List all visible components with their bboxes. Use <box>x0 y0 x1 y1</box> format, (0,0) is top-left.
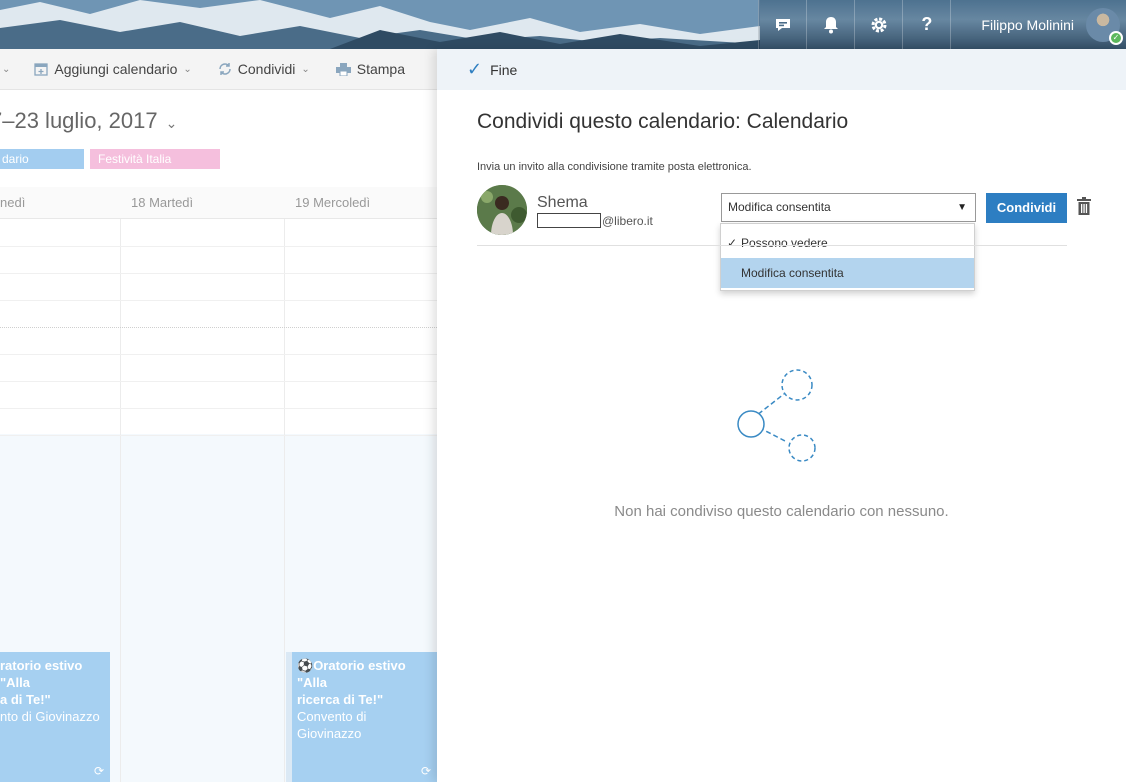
holidays-chip[interactable]: Festività Italia <box>90 149 220 169</box>
event-title: ratorio estivo "Alla <box>0 658 83 690</box>
share-toolbar-button[interactable]: Condividi ⌄ <box>218 61 310 77</box>
share-toolbar-label: Condividi <box>237 61 296 77</box>
hour-line <box>0 300 437 301</box>
event-title-line2: ricerca di Te!" <box>297 692 384 707</box>
share-panel: ✓ Fine Condividi questo calendario: Cale… <box>437 49 1126 782</box>
hour-line <box>0 408 437 409</box>
chat-button[interactable] <box>758 0 807 49</box>
chevron-down-icon: ⌄ <box>301 63 310 75</box>
panel-title: Condividi questo calendario: Calendario <box>477 110 849 133</box>
option-possono-vedere[interactable]: ✓ Possono vedere <box>721 228 974 258</box>
add-calendar-button[interactable]: Aggiungi calendario ⌄ <box>34 61 192 77</box>
event-location: nto di Giovinazzo <box>0 709 100 724</box>
checkmark-icon: ✓ <box>727 236 738 250</box>
day-header-wednesday: 19 Mercoledì <box>285 187 437 219</box>
settings-button[interactable] <box>854 0 903 49</box>
contact-divider <box>477 245 1067 246</box>
hour-line <box>0 246 437 247</box>
contact-name: Shema <box>537 194 588 211</box>
help-icon: ? <box>921 14 933 34</box>
share-icon <box>219 63 231 75</box>
checkmark-icon: ✓ <box>467 59 483 79</box>
event-title: ⚽Oratorio estivo "Alla <box>297 657 429 691</box>
recurring-icon: ⟳ <box>93 764 104 778</box>
contact-photo <box>477 185 527 235</box>
done-label: Fine <box>490 61 518 78</box>
add-calendar-label: Aggiungi calendario <box>54 61 178 77</box>
hour-line <box>0 381 437 382</box>
calendar-chip[interactable]: dario <box>0 149 84 169</box>
day-divider <box>120 219 121 782</box>
contact-email: @libero.it <box>537 213 653 228</box>
hour-line <box>0 435 437 436</box>
top-header: ? Filippo Molinini ✓ <box>0 0 1126 49</box>
chevron-down-icon: ⌄ <box>165 115 178 131</box>
contact-avatar <box>477 185 527 235</box>
option-label: Modifica consentita <box>741 266 844 280</box>
share-illustration-icon <box>737 369 816 462</box>
help-button[interactable]: ? <box>902 0 951 49</box>
delete-button[interactable] <box>1077 197 1093 217</box>
event-oratorio-monday[interactable]: ratorio estivo "Alla a di Te!" nto di Gi… <box>0 652 110 782</box>
day-divider <box>284 219 285 782</box>
recurring-icon: ⟳ <box>420 764 431 778</box>
notifications-button[interactable] <box>806 0 855 49</box>
chevron-down-icon: ⌄ <box>183 63 192 75</box>
hour-line-dotted <box>0 327 437 328</box>
header-icons: ? Filippo Molinini ✓ <box>758 0 1126 49</box>
hour-line <box>0 354 437 355</box>
print-label: Stampa <box>356 61 405 77</box>
user-menu[interactable]: Filippo Molinini ✓ <box>950 0 1126 49</box>
date-range-label: 7–23 luglio, 2017 <box>0 108 158 133</box>
calendar-add-icon <box>34 63 49 76</box>
soccer-ball-icon: ⚽ <box>297 658 314 673</box>
caret-down-icon: ▼ <box>957 202 967 213</box>
gear-icon <box>871 17 887 32</box>
panel-topbar: ✓ Fine <box>437 49 1126 90</box>
option-label: Possono vedere <box>741 236 828 250</box>
hour-line <box>0 273 437 274</box>
print-button[interactable]: Stampa <box>335 61 405 77</box>
event-title: a di Te!" <box>0 692 51 707</box>
trash-icon <box>1077 197 1091 215</box>
mountain-banner <box>0 0 760 49</box>
invite-instructions: Invia un invito alla condivisione tramit… <box>477 161 752 173</box>
printer-icon <box>335 62 351 76</box>
chat-icon <box>775 18 790 31</box>
user-name: Filippo Molinini <box>981 16 1074 33</box>
empty-share-message: Non hai condiviso questo calendario con … <box>614 503 949 520</box>
bell-icon <box>823 16 838 33</box>
chevron-down-icon[interactable]: ⌄ <box>2 64 10 75</box>
event-oratorio-wednesday[interactable]: ⚽Oratorio estivo "Alla ricerca di Te!" C… <box>286 652 437 782</box>
share-button[interactable]: Condividi <box>986 193 1067 223</box>
day-header-monday: nedì <box>0 187 121 219</box>
email-domain: @libero.it <box>602 213 653 228</box>
event-location: Convento di Giovinazzo <box>297 709 367 741</box>
done-button[interactable]: ✓ Fine <box>467 59 517 80</box>
email-redacted-box <box>537 213 601 228</box>
permission-selected-value: Modifica consentita <box>728 200 831 214</box>
option-modifica-consentita[interactable]: Modifica consentita <box>721 258 974 288</box>
permission-dropdown: ✓ Possono vedere Modifica consentita <box>720 223 975 291</box>
day-header-tuesday: 18 Martedì <box>121 187 285 219</box>
online-status-icon: ✓ <box>1109 30 1123 45</box>
user-avatar: ✓ <box>1086 7 1123 45</box>
calendar-toolbar: ⌄ Aggiungi calendario ⌄ Condividi ⌄ Stam… <box>0 49 437 90</box>
event-title-line1: Oratorio estivo "Alla <box>297 658 406 690</box>
permission-select[interactable]: Modifica consentita ▼ <box>721 193 976 222</box>
date-range-title[interactable]: 7–23 luglio, 2017 ⌄ <box>0 108 177 134</box>
